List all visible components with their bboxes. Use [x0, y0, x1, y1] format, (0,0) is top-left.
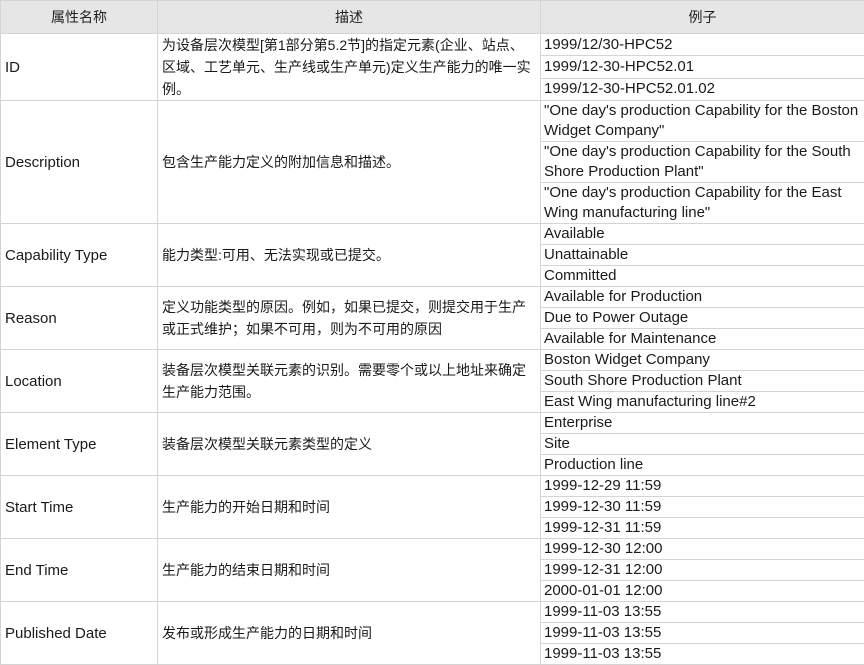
example-cell: Enterprise — [541, 413, 864, 434]
example-cell: Due to Power Outage — [541, 308, 864, 329]
attribute-table: 属性名称 描述 例子 ID 为设备层次模型[第1部分第5.2节]的指定元素(企业… — [0, 0, 864, 665]
attr-desc: 生产能力的结束日期和时间 — [158, 539, 541, 602]
attr-desc: 生产能力的开始日期和时间 — [158, 476, 541, 539]
example-cell: Available for Production — [541, 287, 864, 308]
attr-name: Reason — [1, 287, 158, 350]
example-cell: East Wing manufacturing line#2 — [541, 392, 864, 413]
attr-desc: 能力类型:可用、无法实现或已提交。 — [158, 224, 541, 287]
table-row: Description 包含生产能力定义的附加信息和描述。 "One day's… — [1, 101, 864, 142]
example-cell: 2000-01-01 12:00 — [541, 581, 864, 602]
attr-desc: 定义功能类型的原因。例如，如果已提交，则提交用于生产或正式维护；如果不可用，则为… — [158, 287, 541, 350]
example-cell: Unattainable — [541, 245, 864, 266]
table-row: Start Time 生产能力的开始日期和时间 1999-12-29 11:59 — [1, 476, 864, 497]
example-cell: 1999-11-03 13:55 — [541, 602, 864, 623]
example-cell: 1999-11-03 13:55 — [541, 623, 864, 644]
example-cell: 1999-11-03 13:55 — [541, 644, 864, 665]
example-cell: Available for Maintenance — [541, 329, 864, 350]
attr-desc: 包含生产能力定义的附加信息和描述。 — [158, 101, 541, 224]
table-row: Capability Type 能力类型:可用、无法实现或已提交。 Availa… — [1, 224, 864, 245]
attr-name: Published Date — [1, 602, 158, 665]
example-cell: 1999-12-31 11:59 — [541, 518, 864, 539]
example-cell: 1999/12-30-HPC52.01.02 — [541, 78, 864, 100]
example-cell: Available — [541, 224, 864, 245]
example-cell: 1999/12-30-HPC52.01 — [541, 56, 864, 78]
attr-desc: 发布或形成生产能力的日期和时间 — [158, 602, 541, 665]
attr-desc: 装备层次模型关联元素类型的定义 — [158, 413, 541, 476]
header-desc: 描述 — [158, 1, 541, 34]
example-cell: Site — [541, 434, 864, 455]
table-row: Reason 定义功能类型的原因。例如，如果已提交，则提交用于生产或正式维护；如… — [1, 287, 864, 308]
table-row: ID 为设备层次模型[第1部分第5.2节]的指定元素(企业、站点、区域、工艺单元… — [1, 34, 864, 56]
attr-name: Description — [1, 101, 158, 224]
example-cell: "One day's production Capability for the… — [541, 101, 864, 142]
attr-name: ID — [1, 34, 158, 101]
attr-desc: 装备层次模型关联元素的识别。需要零个或以上地址来确定生产能力范围。 — [158, 350, 541, 413]
example-cell: "One day's production Capability for the… — [541, 142, 864, 183]
header-row: 属性名称 描述 例子 — [1, 1, 864, 34]
table-row: Location 装备层次模型关联元素的识别。需要零个或以上地址来确定生产能力范… — [1, 350, 864, 371]
table-row: Element Type 装备层次模型关联元素类型的定义 Enterprise — [1, 413, 864, 434]
example-cell: Boston Widget Company — [541, 350, 864, 371]
attr-desc: 为设备层次模型[第1部分第5.2节]的指定元素(企业、站点、区域、工艺单元、生产… — [158, 34, 541, 101]
example-cell: Production line — [541, 455, 864, 476]
example-cell: "One day's production Capability for the… — [541, 183, 864, 224]
attr-name: End Time — [1, 539, 158, 602]
attr-name: Element Type — [1, 413, 158, 476]
example-cell: 1999-12-30 12:00 — [541, 539, 864, 560]
example-cell: 1999/12/30-HPC52 — [541, 34, 864, 56]
example-cell: 1999-12-30 11:59 — [541, 497, 864, 518]
example-cell: 1999-12-29 11:59 — [541, 476, 864, 497]
example-cell: South Shore Production Plant — [541, 371, 864, 392]
attr-name: Location — [1, 350, 158, 413]
attr-name: Capability Type — [1, 224, 158, 287]
header-example: 例子 — [541, 1, 864, 34]
example-cell: Committed — [541, 266, 864, 287]
attr-name: Start Time — [1, 476, 158, 539]
example-cell: 1999-12-31 12:00 — [541, 560, 864, 581]
table-row: Published Date 发布或形成生产能力的日期和时间 1999-11-0… — [1, 602, 864, 623]
header-name: 属性名称 — [1, 1, 158, 34]
table-row: End Time 生产能力的结束日期和时间 1999-12-30 12:00 — [1, 539, 864, 560]
